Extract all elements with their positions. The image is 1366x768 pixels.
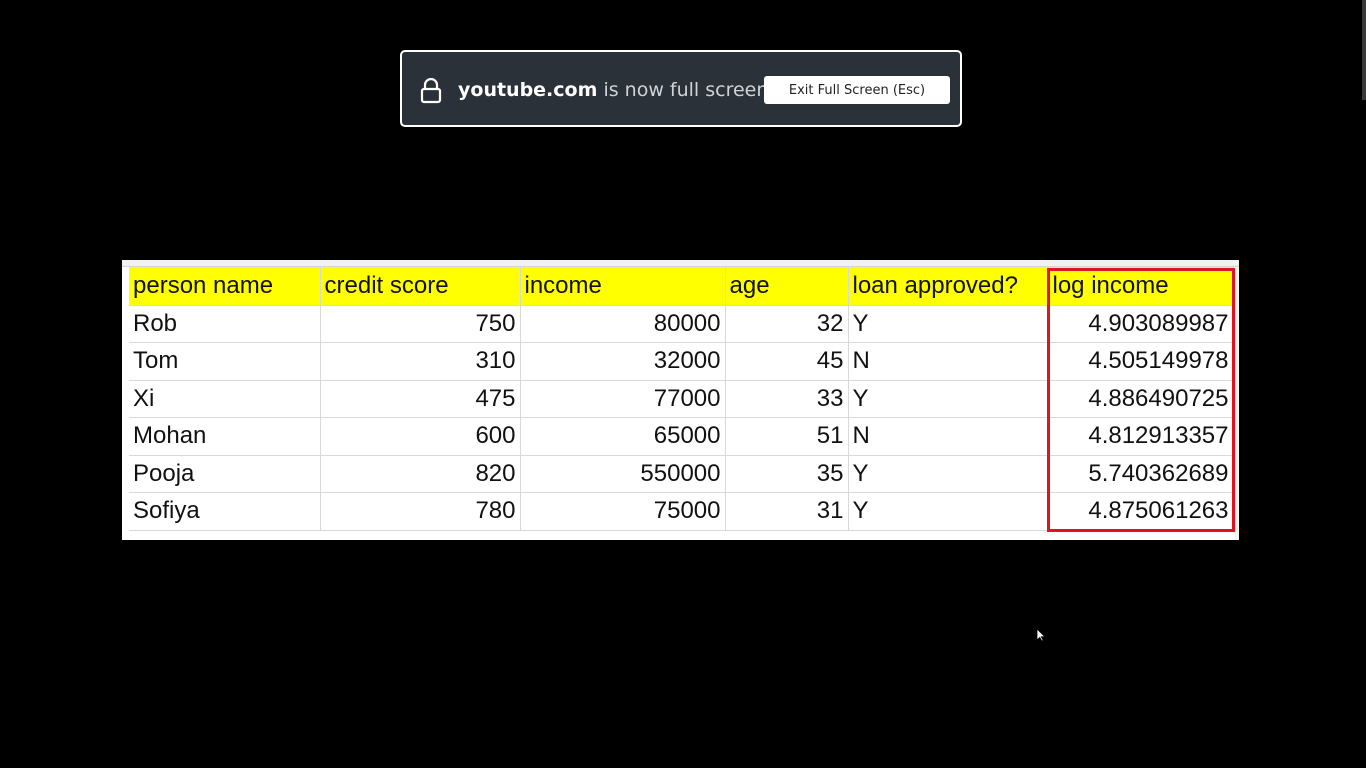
header-loan-approved: loan approved? <box>848 267 1049 306</box>
scrollbar-thumb[interactable] <box>1362 0 1366 100</box>
fullscreen-notification: youtube.com is now full screen Exit Full… <box>400 50 962 127</box>
cell-log-income: 4.875061263 <box>1048 492 1234 531</box>
cell-log-income: 4.812913357 <box>1048 417 1234 456</box>
header-person-name: person name <box>129 267 321 306</box>
cell-log-income: 4.505149978 <box>1048 342 1234 381</box>
cell-person-name: Pooja <box>129 455 321 493</box>
table-row: Sofiya 780 75000 31 Y 4.875061263 <box>129 492 1234 531</box>
header-log-income: log income <box>1048 267 1234 306</box>
cell-age: 33 <box>725 380 849 418</box>
table-header-row: person name credit score income age loan… <box>129 267 1234 306</box>
cell-credit-score: 475 <box>320 380 521 418</box>
cell-loan-approved: Y <box>848 305 1049 343</box>
table-row: Xi 475 77000 33 Y 4.886490725 <box>129 380 1234 418</box>
exit-fullscreen-button[interactable]: Exit Full Screen (Esc) <box>764 76 950 104</box>
fullscreen-message: youtube.com is now full screen <box>458 79 768 101</box>
cell-income-outlier: 550000 <box>520 455 726 493</box>
cell-income: 77000 <box>520 380 726 418</box>
cell-income: 65000 <box>520 417 726 456</box>
cell-age: 51 <box>725 417 849 456</box>
header-credit-score: credit score <box>320 267 521 306</box>
cell-person-name: Sofiya <box>129 492 321 531</box>
cell-income: 75000 <box>520 492 726 531</box>
cell-credit-score: 600 <box>320 417 521 456</box>
cell-age: 45 <box>725 342 849 381</box>
cell-credit-score: 820 <box>320 455 521 493</box>
fullscreen-domain: youtube.com <box>458 79 598 101</box>
cell-person-name: Mohan <box>129 417 321 456</box>
cell-age: 35 <box>725 455 849 493</box>
header-age: age <box>725 267 849 306</box>
cell-loan-approved: N <box>848 417 1049 456</box>
data-table: person name credit score income age loan… <box>129 267 1234 531</box>
table-row: Mohan 600 65000 51 N 4.812913357 <box>129 417 1234 456</box>
cell-person-name: Rob <box>129 305 321 343</box>
cell-loan-approved: N <box>848 342 1049 381</box>
sheet-top-border <box>122 260 1239 267</box>
cell-age: 31 <box>725 492 849 531</box>
fullscreen-message-text: is now full screen <box>597 79 769 101</box>
cell-loan-approved: Y <box>848 380 1049 418</box>
mouse-pointer-icon <box>1036 627 1046 642</box>
cell-income: 80000 <box>520 305 726 343</box>
cell-log-income: 4.903089987 <box>1048 305 1234 343</box>
table-row: Tom 310 32000 45 N 4.505149978 <box>129 342 1234 381</box>
cell-loan-approved: Y <box>848 492 1049 531</box>
cell-credit-score: 310 <box>320 342 521 381</box>
video-player-fullscreen[interactable]: youtube.com is now full screen Exit Full… <box>0 0 1366 768</box>
cell-credit-score: 750 <box>320 305 521 343</box>
cell-loan-approved: Y <box>848 455 1049 493</box>
table-row: Rob 750 80000 32 Y 4.903089987 <box>129 305 1234 343</box>
cell-credit-score: 780 <box>320 492 521 531</box>
lock-icon <box>420 77 442 104</box>
sheet-right-edge <box>1235 267 1239 540</box>
header-income: income <box>520 267 726 306</box>
spreadsheet-image: person name credit score income age loan… <box>122 260 1239 540</box>
cell-person-name: Xi <box>129 380 321 418</box>
cell-age: 32 <box>725 305 849 343</box>
table-row: Pooja 820 550000 35 Y 5.740362689 <box>129 455 1234 493</box>
cell-income: 32000 <box>520 342 726 381</box>
cell-log-income: 5.740362689 <box>1048 455 1234 493</box>
cell-person-name: Tom <box>129 342 321 381</box>
cell-log-income: 4.886490725 <box>1048 380 1234 418</box>
